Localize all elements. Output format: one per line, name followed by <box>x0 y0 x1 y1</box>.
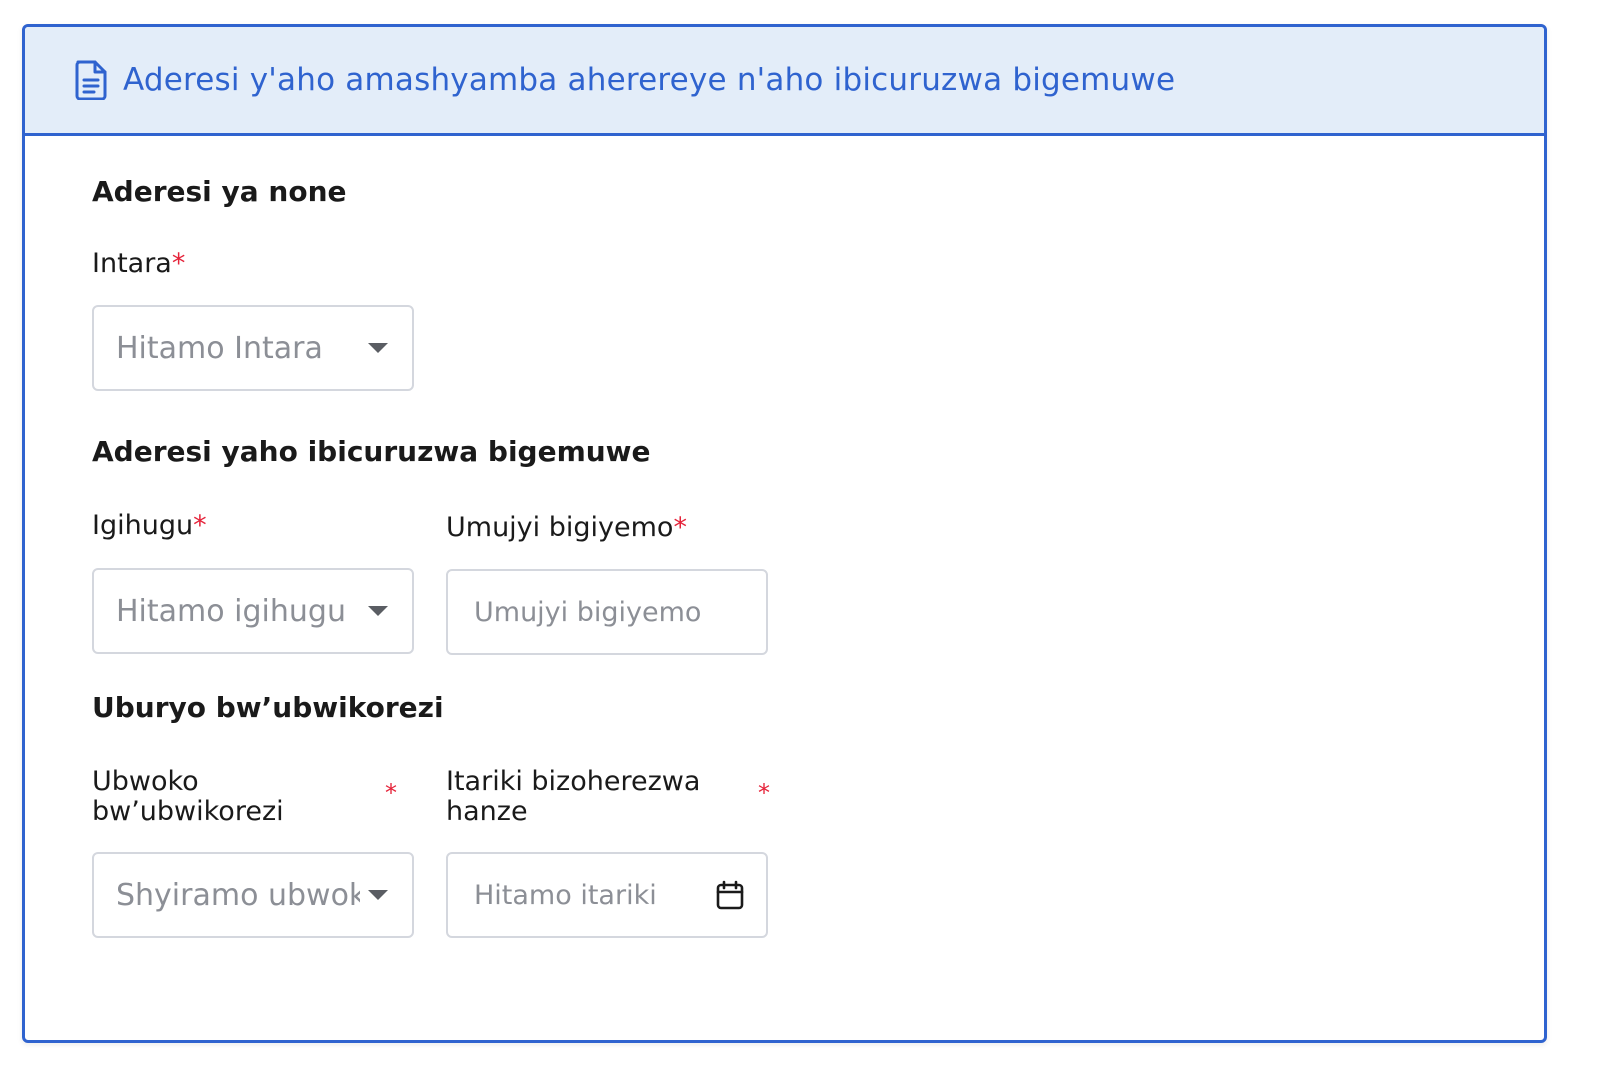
card-header: Aderesi y'aho amashyamba aherereye n'aho… <box>25 27 1544 136</box>
required-marker: * <box>673 512 687 543</box>
required-marker: * <box>171 248 186 279</box>
transport-mode-label: Ubwoko bw’ubwikorezi <box>92 766 284 827</box>
required-marker: * <box>758 779 770 807</box>
section-title-destination-address: Aderesi yaho ibicuruzwa bigemuwe <box>92 435 651 468</box>
section-title-current-address: Aderesi ya none <box>92 175 347 208</box>
chevron-down-icon <box>368 890 388 900</box>
export-date-placeholder: Hitamo itariki <box>474 879 657 911</box>
city-input[interactable]: Umujyi bigiyemo <box>446 569 768 655</box>
card-title: Aderesi y'aho amashyamba aherereye n'aho… <box>123 62 1176 98</box>
city-placeholder: Umujyi bigiyemo <box>474 596 702 628</box>
export-date-picker[interactable]: Hitamo itariki <box>446 852 768 938</box>
calendar-icon[interactable] <box>716 880 744 910</box>
required-marker: * <box>193 510 207 541</box>
section-title-transport: Uburyo bw’ubwikorezi <box>92 691 444 724</box>
transport-mode-select[interactable]: Shyiramo ubwoko <box>92 852 414 938</box>
transport-mode-placeholder: Shyiramo ubwoko <box>116 877 360 913</box>
chevron-down-icon <box>368 606 388 616</box>
country-placeholder: Hitamo igihugu <box>116 593 346 629</box>
export-date-label: Itariki bizoherezwa hanze <box>446 766 701 827</box>
province-select[interactable]: Hitamo Intara <box>92 305 414 391</box>
chevron-down-icon <box>368 343 388 353</box>
required-marker: * <box>385 779 397 807</box>
country-select[interactable]: Hitamo igihugu <box>92 568 414 654</box>
address-card: Aderesi y'aho amashyamba aherereye n'aho… <box>22 24 1547 1043</box>
city-label: Umujyi bigiyemo* <box>446 512 687 543</box>
document-icon <box>73 59 109 101</box>
province-label: Intara* <box>92 248 186 279</box>
country-label: Igihugu* <box>92 510 207 541</box>
province-placeholder: Hitamo Intara <box>116 330 323 366</box>
